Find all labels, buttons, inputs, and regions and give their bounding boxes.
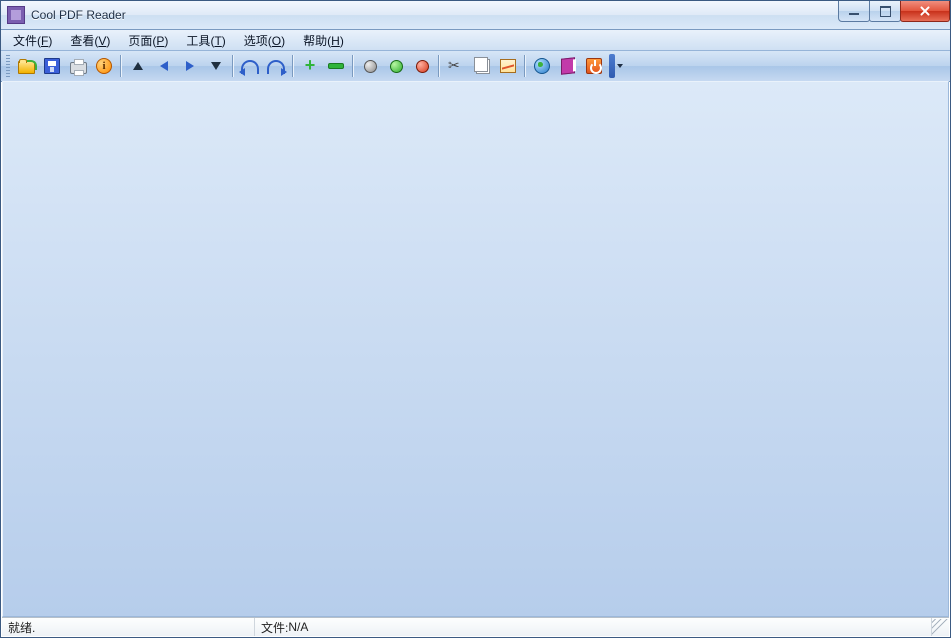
toolbar-separator [232, 55, 234, 77]
arrow-right-icon [186, 61, 194, 71]
toolbar-separator [120, 55, 122, 77]
window-title: Cool PDF Reader [31, 8, 126, 22]
menu-bar: 文件(F) 查看(V) 页面(P) 工具(T) 选项(O) 帮助(H) [1, 30, 950, 51]
status-file-value: N/A [288, 620, 308, 634]
open-folder-icon [18, 61, 35, 74]
zoom-in-button[interactable]: + [298, 54, 322, 78]
info-button[interactable] [92, 54, 116, 78]
cut-button[interactable] [444, 54, 468, 78]
save-disk-icon [44, 58, 60, 74]
maximize-icon [880, 6, 891, 17]
menu-view[interactable]: 查看(V) [62, 31, 118, 50]
chart-icon [500, 59, 516, 73]
toolbar-separator [292, 55, 294, 77]
copy-icon [476, 59, 490, 74]
power-icon [586, 58, 602, 74]
book-icon [561, 57, 575, 74]
scissors-icon [448, 58, 464, 74]
undo-button[interactable] [238, 54, 262, 78]
arrow-left-icon [160, 61, 168, 71]
minimize-button[interactable] [838, 1, 870, 22]
status-bar: 就绪. 文件: N/A [2, 617, 949, 636]
fit-actual-button[interactable] [358, 54, 382, 78]
first-page-button[interactable] [126, 54, 150, 78]
globe-icon [534, 58, 550, 74]
status-file-prefix: 文件: [261, 619, 288, 636]
close-button[interactable] [900, 1, 950, 22]
red-dot-icon [416, 60, 429, 73]
exit-button[interactable] [582, 54, 606, 78]
resize-grip[interactable] [932, 619, 948, 635]
open-button[interactable] [14, 54, 38, 78]
printer-icon [70, 62, 87, 74]
info-icon [96, 58, 112, 74]
green-dot-icon [390, 60, 403, 73]
window-controls [839, 1, 950, 21]
prev-page-button[interactable] [152, 54, 176, 78]
grey-dot-icon [364, 60, 377, 73]
app-window: Cool PDF Reader 文件(F) 查看(V) 页面(P) 工具(T) … [0, 0, 951, 638]
undo-icon [241, 60, 259, 74]
help-button[interactable] [556, 54, 580, 78]
toolbar: + [1, 51, 950, 82]
snapshot-button[interactable] [496, 54, 520, 78]
toolbar-overflow-dropdown[interactable] [615, 55, 625, 77]
minus-icon [328, 63, 344, 69]
toolbar-grip[interactable] [6, 55, 10, 77]
web-button[interactable] [530, 54, 554, 78]
plus-icon: + [305, 58, 316, 72]
toolbar-separator [352, 55, 354, 77]
document-viewport[interactable] [2, 81, 949, 617]
chevron-down-icon [617, 64, 623, 68]
menu-help[interactable]: 帮助(H) [295, 31, 352, 50]
status-ready: 就绪. [2, 618, 255, 636]
toolbar-separator [524, 55, 526, 77]
menu-file[interactable]: 文件(F) [5, 31, 60, 50]
next-page-button[interactable] [178, 54, 202, 78]
fit-page-button[interactable] [384, 54, 408, 78]
minimize-icon [849, 13, 859, 15]
redo-button[interactable] [264, 54, 288, 78]
fit-width-button[interactable] [410, 54, 434, 78]
menu-tools[interactable]: 工具(T) [178, 31, 233, 50]
maximize-button[interactable] [869, 1, 901, 22]
menu-options[interactable]: 选项(O) [236, 31, 293, 50]
copy-button[interactable] [470, 54, 494, 78]
arrow-up-icon [133, 62, 143, 70]
save-button[interactable] [40, 54, 64, 78]
zoom-out-button[interactable] [324, 54, 348, 78]
close-icon [918, 5, 932, 17]
title-bar[interactable]: Cool PDF Reader [1, 1, 950, 30]
app-icon [7, 6, 25, 24]
last-page-button[interactable] [204, 54, 228, 78]
status-file: 文件: N/A [255, 618, 932, 636]
toolbar-separator [438, 55, 440, 77]
redo-icon [267, 60, 285, 74]
menu-page[interactable]: 页面(P) [120, 31, 176, 50]
print-button[interactable] [66, 54, 90, 78]
arrow-down-icon [211, 62, 221, 70]
